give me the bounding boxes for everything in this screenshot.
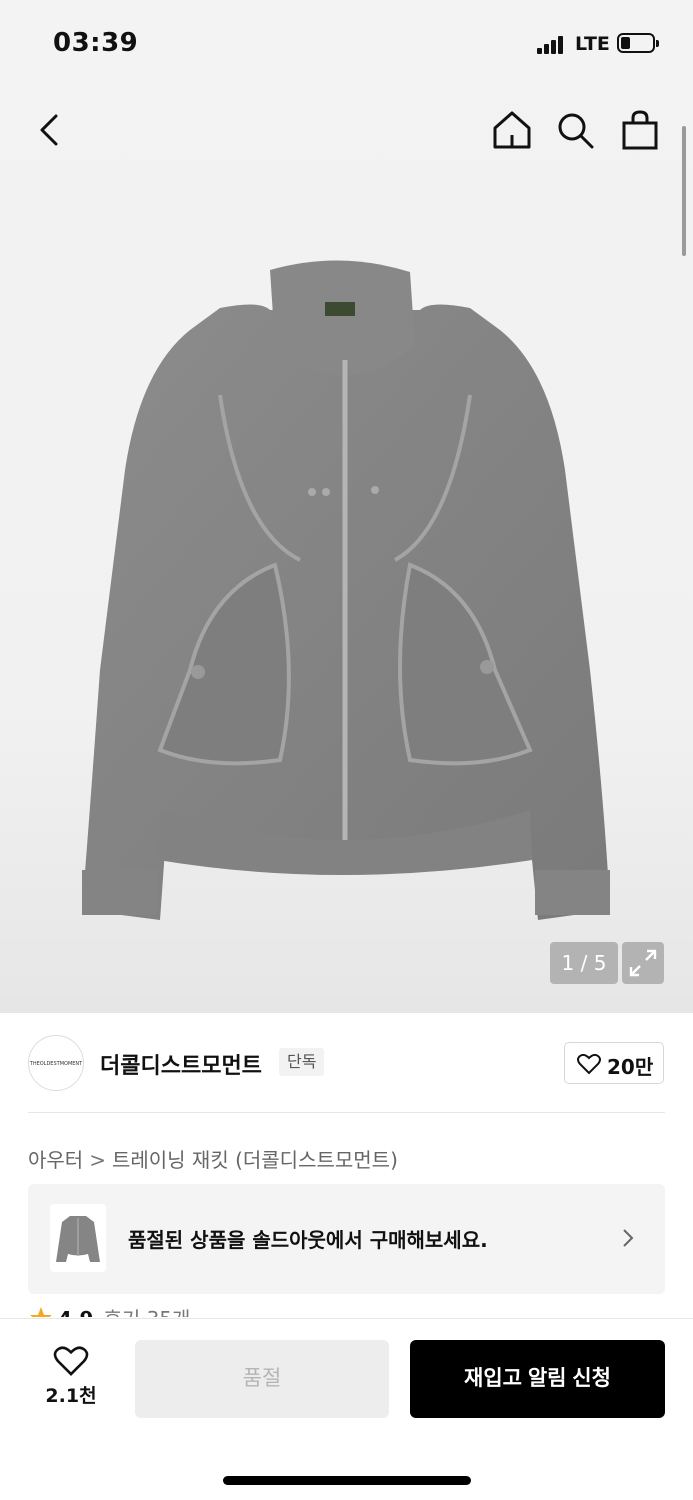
wishlist-count: 2.1천 <box>45 1385 97 1407</box>
banner-thumbnail <box>50 1204 106 1272</box>
rating-score: 4.9 <box>58 1307 93 1317</box>
breadcrumb: 아우터 > 트레이닝 재킷 (더콜디스트모먼트) <box>28 1144 398 1173</box>
restock-alert-button[interactable]: 재입고 알림 신청 <box>410 1340 665 1418</box>
home-indicator[interactable] <box>223 1476 471 1485</box>
review-count[interactable]: 후기 35개 <box>103 1307 190 1317</box>
brand-like-count: 20만 <box>607 1055 654 1079</box>
exclusive-badge: 단독 <box>279 1048 325 1076</box>
soldout-banner[interactable]: 품절된 상품을 솔드아웃에서 구매해보세요. <box>28 1184 665 1294</box>
search-icon[interactable] <box>553 108 597 152</box>
network-type: LTE <box>575 33 610 55</box>
expand-icon[interactable] <box>622 942 664 984</box>
back-icon[interactable] <box>30 108 70 152</box>
soldout-banner-text: 품절된 상품을 솔드아웃에서 구매해보세요. <box>128 1228 488 1252</box>
product-image[interactable] <box>70 250 630 940</box>
rating-summary[interactable]: 4.9 후기 35개 <box>28 1303 328 1317</box>
heart-icon <box>53 1346 89 1376</box>
breadcrumb-category[interactable]: 아우터 <box>28 1148 83 1172</box>
status-time: 03:39 <box>53 28 139 58</box>
brand-logo[interactable]: THEOLDESTMOMENT <box>28 1035 84 1091</box>
status-bar: 03:39 LTE <box>0 0 693 90</box>
heart-icon <box>577 1053 601 1075</box>
breadcrumb-subcategory[interactable]: 트레이닝 재킷 (더콜디스트모먼트) <box>112 1148 398 1172</box>
divider <box>28 1112 665 1113</box>
home-icon[interactable] <box>490 108 534 152</box>
soldout-button: 품절 <box>135 1340 389 1418</box>
scrollbar[interactable] <box>682 126 686 256</box>
image-counter: 1 / 5 <box>550 942 618 984</box>
star-icon <box>30 1307 52 1317</box>
brand-like-button[interactable]: 20만 <box>564 1042 664 1084</box>
battery-icon <box>617 33 659 53</box>
wishlist-button[interactable]: 2.1천 <box>40 1345 102 1415</box>
shopping-bag-icon[interactable] <box>618 108 662 152</box>
breadcrumb-separator: > <box>89 1148 106 1172</box>
chevron-right-icon <box>623 1229 634 1247</box>
brand-name[interactable]: 더콜디스트모먼트 <box>100 1048 262 1080</box>
signal-icon <box>537 34 569 54</box>
